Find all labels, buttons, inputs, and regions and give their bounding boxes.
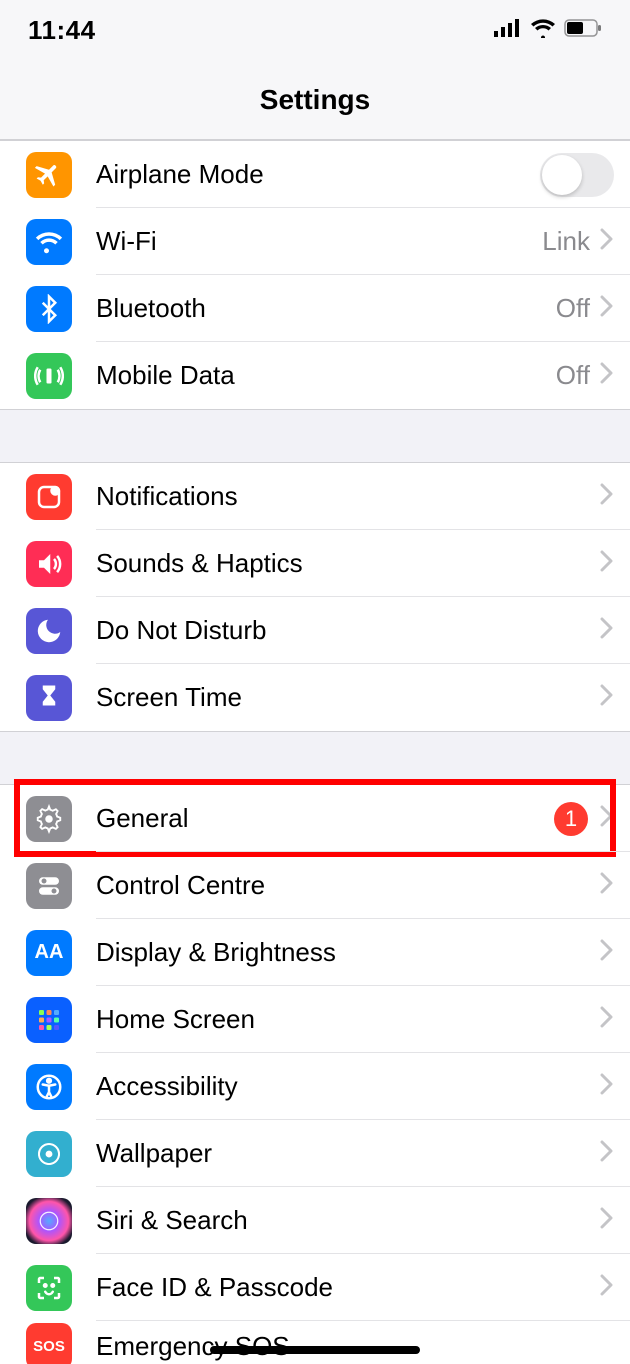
status-icons	[494, 18, 602, 43]
chevron-right-icon	[600, 550, 614, 577]
chevron-right-icon	[600, 684, 614, 711]
chevron-right-icon	[600, 483, 614, 510]
siri-row[interactable]: Siri & Search	[0, 1187, 630, 1254]
battery-icon	[564, 19, 602, 42]
cellular-icon	[494, 19, 522, 42]
home-screen-row[interactable]: Home Screen	[0, 986, 630, 1053]
home-screen-label: Home Screen	[96, 1004, 600, 1035]
chevron-right-icon	[600, 617, 614, 644]
page-title: Settings	[260, 84, 370, 116]
siri-icon	[26, 1198, 72, 1244]
settings-list: Airplane Mode Wi-Fi Link Bluetooth Off	[0, 140, 630, 1364]
home-indicator[interactable]	[210, 1346, 420, 1354]
status-bar: 11:44	[0, 0, 630, 60]
wallpaper-label: Wallpaper	[96, 1138, 600, 1169]
control-centre-icon	[26, 863, 72, 909]
faceid-row[interactable]: Face ID & Passcode	[0, 1254, 630, 1321]
airplane-mode-switch[interactable]	[540, 153, 614, 197]
chevron-right-icon	[600, 1274, 614, 1301]
bluetooth-value: Off	[556, 293, 590, 324]
bluetooth-label: Bluetooth	[96, 293, 556, 324]
screen-time-row[interactable]: Screen Time	[0, 664, 630, 731]
wallpaper-icon	[26, 1131, 72, 1177]
chevron-right-icon	[600, 1140, 614, 1167]
dnd-row[interactable]: Do Not Disturb	[0, 597, 630, 664]
bluetooth-row[interactable]: Bluetooth Off	[0, 275, 630, 342]
mobile-data-icon	[26, 353, 72, 399]
general-label: General	[96, 803, 554, 834]
bluetooth-icon	[26, 286, 72, 332]
general-icon	[26, 796, 72, 842]
sos-icon: SOS	[26, 1323, 72, 1364]
sounds-row[interactable]: Sounds & Haptics	[0, 530, 630, 597]
wifi-settings-icon	[26, 219, 72, 265]
notifications-icon	[26, 474, 72, 520]
page-header: Settings	[0, 60, 630, 140]
chevron-right-icon	[600, 1073, 614, 1100]
sounds-icon	[26, 541, 72, 587]
notifications-row[interactable]: Notifications	[0, 463, 630, 530]
display-icon: AA	[26, 930, 72, 976]
siri-label: Siri & Search	[96, 1205, 600, 1236]
wallpaper-row[interactable]: Wallpaper	[0, 1120, 630, 1187]
mobile-data-row[interactable]: Mobile Data Off	[0, 342, 630, 409]
system-group: General 1 Control Centre AA Display & Br…	[0, 784, 630, 1364]
display-label: Display & Brightness	[96, 937, 600, 968]
general-row[interactable]: General 1	[0, 785, 630, 852]
mobile-data-value: Off	[556, 360, 590, 391]
screen-time-icon	[26, 675, 72, 721]
notifications-label: Notifications	[96, 481, 600, 512]
chevron-right-icon	[600, 228, 614, 255]
chevron-right-icon	[600, 1006, 614, 1033]
airplane-mode-label: Airplane Mode	[96, 159, 540, 190]
accessibility-row[interactable]: Accessibility	[0, 1053, 630, 1120]
chevron-right-icon	[600, 805, 614, 832]
faceid-label: Face ID & Passcode	[96, 1272, 600, 1303]
home-screen-icon	[26, 997, 72, 1043]
wifi-value: Link	[542, 226, 590, 257]
accessibility-icon	[26, 1064, 72, 1110]
wifi-label: Wi-Fi	[96, 226, 542, 257]
accessibility-label: Accessibility	[96, 1071, 600, 1102]
airplane-icon	[26, 152, 72, 198]
control-centre-row[interactable]: Control Centre	[0, 852, 630, 919]
general-badge: 1	[554, 802, 588, 836]
dnd-icon	[26, 608, 72, 654]
dnd-label: Do Not Disturb	[96, 615, 600, 646]
chevron-right-icon	[600, 872, 614, 899]
faceid-icon	[26, 1265, 72, 1311]
wifi-row[interactable]: Wi-Fi Link	[0, 208, 630, 275]
control-centre-label: Control Centre	[96, 870, 600, 901]
display-row[interactable]: AA Display & Brightness	[0, 919, 630, 986]
alerts-group: Notifications Sounds & Haptics Do Not Di…	[0, 462, 630, 732]
connectivity-group: Airplane Mode Wi-Fi Link Bluetooth Off	[0, 140, 630, 410]
chevron-right-icon	[600, 939, 614, 966]
chevron-right-icon	[600, 362, 614, 389]
chevron-right-icon	[600, 1207, 614, 1234]
sounds-label: Sounds & Haptics	[96, 548, 600, 579]
wifi-icon	[530, 18, 556, 43]
chevron-right-icon	[600, 295, 614, 322]
status-time: 11:44	[28, 15, 96, 46]
mobile-data-label: Mobile Data	[96, 360, 556, 391]
sos-row[interactable]: SOS Emergency SOS	[0, 1321, 630, 1364]
screen-time-label: Screen Time	[96, 682, 600, 713]
airplane-mode-row[interactable]: Airplane Mode	[0, 141, 630, 208]
